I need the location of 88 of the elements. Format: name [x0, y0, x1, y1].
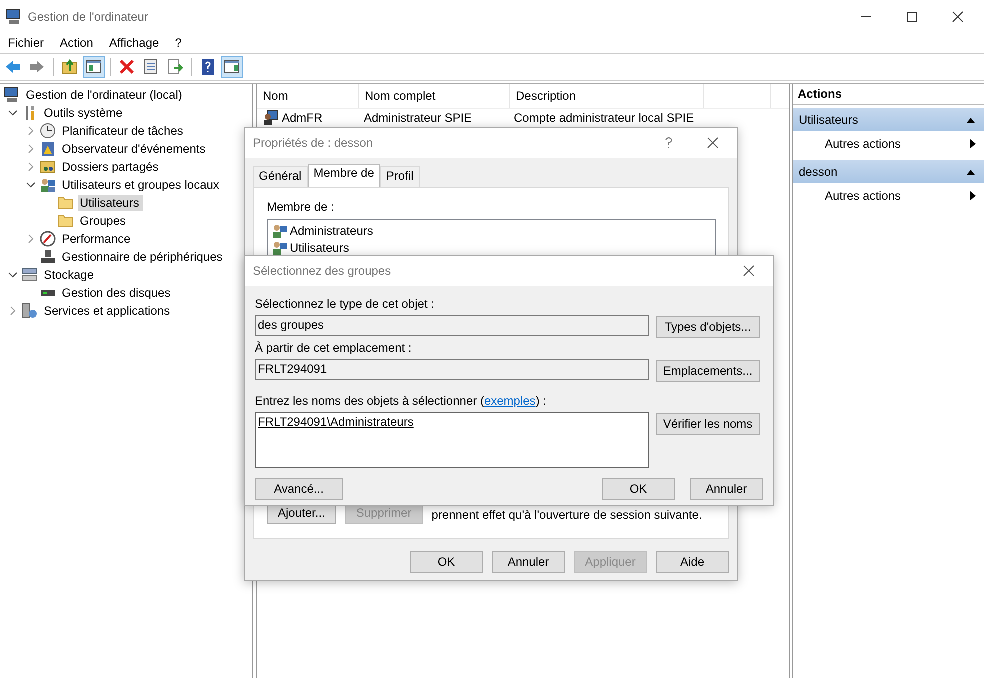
tree-item[interactable]: Utilisateurs et groupes locaux	[60, 177, 224, 193]
info-text: prennent effet qu'à l'ouverture de session suivante.	[432, 507, 702, 522]
tree-item[interactable]: Outils système	[42, 105, 127, 121]
window-title: Gestion de l'ordinateur	[28, 10, 148, 24]
check-names-button[interactable]: Vérifier les noms	[656, 413, 760, 435]
event-log-icon	[40, 141, 56, 157]
tree-item[interactable]: Services et applications	[42, 303, 174, 319]
action-pane-icon[interactable]	[221, 56, 243, 78]
expanded-caret-icon[interactable]	[8, 270, 18, 280]
field-label: À partir de cet emplacement :	[255, 341, 413, 357]
tree-item[interactable]: Gestion de l'ordinateur (local)	[24, 87, 186, 103]
gauge-icon	[40, 231, 56, 247]
computer-icon	[4, 87, 20, 103]
collapsed-caret-icon[interactable]	[26, 234, 36, 244]
pane-title: Actions	[793, 84, 984, 105]
field-label: Entrez les noms des objets à sélectionner (exemples) :	[255, 394, 548, 410]
collapsed-caret-icon[interactable]	[26, 162, 36, 172]
folder-icon	[58, 213, 74, 229]
tree-item[interactable]: Groupes	[78, 213, 130, 229]
group-icon	[272, 222, 288, 238]
menu-item[interactable]: ?	[175, 36, 182, 50]
column-header[interactable]: Nom	[257, 84, 359, 108]
help-icon[interactable]	[665, 137, 673, 149]
tree-item[interactable]: Gestion des disques	[60, 285, 175, 301]
field-label: Membre de :	[267, 200, 336, 214]
collapsed-caret-icon[interactable]	[26, 144, 36, 154]
tab[interactable]: Profil	[380, 166, 420, 187]
users-icon	[40, 177, 56, 193]
collapse-triangle-icon[interactable]	[966, 168, 976, 176]
section-header[interactable]: Utilisateurs	[793, 108, 984, 131]
expanded-caret-icon[interactable]	[26, 180, 36, 190]
dialog-button[interactable]: Aide	[656, 551, 729, 573]
folder-icon	[58, 195, 74, 211]
dialog-title: Propriétés de : desson	[253, 136, 374, 150]
storage-icon	[22, 267, 38, 283]
dialog-button[interactable]: Annuler	[492, 551, 565, 573]
tree-item[interactable]: Stockage	[42, 267, 98, 283]
column-header[interactable]: Nom complet	[359, 84, 510, 108]
shared-folder-icon	[40, 159, 56, 175]
tree-item[interactable]: Performance	[60, 231, 135, 247]
dialog-title: Sélectionnez des groupes	[253, 264, 392, 278]
dialog-button[interactable]: OK	[410, 551, 483, 573]
expanded-caret-icon[interactable]	[8, 108, 18, 118]
submenu-arrow-icon	[970, 139, 976, 149]
group-icon	[272, 240, 288, 256]
tab[interactable]: Membre de	[308, 164, 380, 187]
tree-item[interactable]: Dossiers partagés	[60, 159, 163, 175]
collapsed-caret-icon[interactable]	[26, 126, 36, 136]
tree-item[interactable]: Gestionnaire de périphériques	[60, 249, 227, 265]
list-item[interactable]: Administrateurs	[290, 224, 374, 238]
close-icon[interactable]	[952, 10, 964, 22]
menu-item[interactable]: Affichage	[109, 36, 160, 50]
close-icon[interactable]	[743, 265, 755, 277]
tab[interactable]: Général	[253, 166, 308, 187]
examples-link[interactable]: exemples	[484, 394, 536, 408]
object-type-field[interactable]: des groupes	[255, 315, 649, 336]
action-link[interactable]: Autres actions	[825, 189, 902, 203]
collapsed-caret-icon[interactable]	[8, 306, 18, 316]
tree-item[interactable]: Planificateur de tâches	[60, 123, 188, 139]
maximize-icon[interactable]	[906, 10, 918, 22]
collapse-triangle-icon[interactable]	[966, 116, 976, 124]
menu-item[interactable]: Fichier	[8, 36, 44, 50]
object-names-field[interactable]: FRLT294091\Administrateurs	[255, 412, 649, 468]
location-field[interactable]: FRLT294091	[255, 359, 649, 380]
table-cell-text: Administrateur SPIE	[363, 111, 474, 125]
tree-pane-icon[interactable]	[83, 56, 105, 78]
tree-item[interactable]: Utilisateurs	[78, 195, 144, 211]
dialog-button[interactable]: Annuler	[690, 478, 763, 500]
action-link[interactable]: Autres actions	[825, 137, 902, 151]
list-item[interactable]: Utilisateurs	[290, 240, 350, 254]
advanced-button[interactable]: Avancé...	[255, 478, 343, 500]
device-icon	[40, 249, 56, 265]
computer-icon	[6, 8, 22, 24]
submenu-arrow-icon	[970, 191, 976, 201]
close-icon[interactable]	[707, 137, 719, 149]
tree-item[interactable]: Observateur d'événements	[60, 141, 210, 157]
table-cell-text: Compte administrateur local SPIE	[513, 111, 696, 125]
field-label: Sélectionnez le type de cet objet :	[255, 297, 436, 313]
locations-button[interactable]: Emplacements...	[656, 360, 760, 382]
user-icon	[263, 110, 279, 126]
column-header[interactable]: Description	[510, 84, 704, 108]
services-icon	[22, 303, 38, 319]
clock-icon	[40, 123, 56, 139]
object-types-button[interactable]: Types d'objets...	[656, 316, 760, 338]
table-cell: AdmFR	[282, 111, 323, 125]
menu-item[interactable]: Action	[60, 36, 94, 50]
dialog-button[interactable]: OK	[602, 478, 675, 500]
section-header[interactable]: desson	[793, 160, 984, 183]
